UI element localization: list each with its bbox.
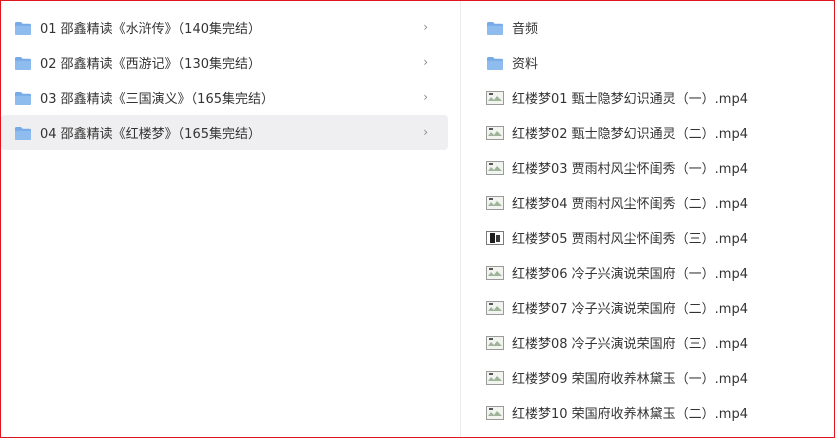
file-row[interactable]: 红楼梦01 甄士隐梦幻识通灵（一）.mp4 [470,80,830,115]
folder-row[interactable]: 音频 [470,10,830,45]
folder-row-selected[interactable]: 04 邵鑫精读《红楼梦》（165集完结） › [1,115,448,150]
file-label: 红楼梦06 冷子兴演说荣国府（一）.mp4 [512,267,748,282]
file-row[interactable]: 红楼梦05 贾雨村风尘怀闺秀（三）.mp4 [470,220,830,255]
file-list-right: 音频 资料 红楼梦01 甄士隐梦幻识通灵（一）.mp4 红楼梦02 甄士隐梦幻识… [470,10,830,430]
file-row[interactable]: 红楼梦09 荣国府收养林黛玉（一）.mp4 [470,360,830,395]
folder-icon [15,126,31,140]
folder-icon [487,56,503,70]
folder-row[interactable]: 01 邵鑫精读《水浒传》（140集完结） › [1,10,448,45]
folder-row[interactable]: 02 邵鑫精读《西游记》（130集完结） › [1,45,448,80]
file-row[interactable]: 红楼梦02 甄士隐梦幻识通灵（二）.mp4 [470,115,830,150]
chevron-right-icon: › [423,125,428,139]
folder-icon [15,21,31,35]
video-thumb-dark-icon [486,230,504,245]
file-row[interactable]: 红楼梦04 贾雨村风尘怀闺秀（二）.mp4 [470,185,830,220]
folder-row[interactable]: 资料 [470,45,830,80]
video-thumb-icon [486,370,504,385]
folder-label: 01 邵鑫精读《水浒传》（140集完结） [40,22,261,37]
folder-label: 02 邵鑫精读《西游记》（130集完结） [40,57,261,72]
file-row[interactable]: 红楼梦06 冷子兴演说荣国府（一）.mp4 [470,255,830,290]
file-row[interactable]: 红楼梦03 贾雨村风尘怀闺秀（一）.mp4 [470,150,830,185]
video-thumb-icon [486,265,504,280]
file-label: 红楼梦09 荣国府收养林黛玉（一）.mp4 [512,372,748,387]
video-thumb-icon [486,335,504,350]
pane-divider[interactable] [460,1,461,437]
file-row[interactable]: 红楼梦08 冷子兴演说荣国府（三）.mp4 [470,325,830,360]
file-label: 红楼梦03 贾雨村风尘怀闺秀（一）.mp4 [512,162,748,177]
folder-icon [15,91,31,105]
folder-label: 资料 [512,57,539,72]
video-thumb-icon [486,300,504,315]
folder-label: 音频 [512,22,539,37]
folder-icon [15,56,31,70]
file-label: 红楼梦04 贾雨村风尘怀闺秀（二）.mp4 [512,197,748,212]
chevron-right-icon: › [423,90,428,104]
video-thumb-icon [486,195,504,210]
video-thumb-icon [486,125,504,140]
file-label: 红楼梦07 冷子兴演说荣国府（二）.mp4 [512,302,748,317]
chevron-right-icon: › [423,55,428,69]
file-label: 红楼梦01 甄士隐梦幻识通灵（一）.mp4 [512,92,748,107]
file-label: 红楼梦05 贾雨村风尘怀闺秀（三）.mp4 [512,232,748,247]
file-label: 红楼梦10 荣国府收养林黛玉（二）.mp4 [512,407,748,422]
chevron-right-icon: › [423,20,428,34]
video-thumb-icon [486,90,504,105]
folder-row[interactable]: 03 邵鑫精读《三国演义》（165集完结） › [1,80,448,115]
file-row[interactable]: 红楼梦07 冷子兴演说荣国府（二）.mp4 [470,290,830,325]
folder-icon [487,21,503,35]
video-thumb-icon [486,160,504,175]
folder-list-left: 01 邵鑫精读《水浒传》（140集完结） › 02 邵鑫精读《西游记》（130集… [1,10,448,150]
folder-label: 03 邵鑫精读《三国演义》（165集完结） [40,92,274,107]
folder-label: 04 邵鑫精读《红楼梦》（165集完结） [40,127,261,142]
file-label: 红楼梦02 甄士隐梦幻识通灵（二）.mp4 [512,127,748,142]
file-label: 红楼梦08 冷子兴演说荣国府（三）.mp4 [512,337,748,352]
video-thumb-icon [486,405,504,420]
file-row[interactable]: 红楼梦10 荣国府收养林黛玉（二）.mp4 [470,395,830,430]
